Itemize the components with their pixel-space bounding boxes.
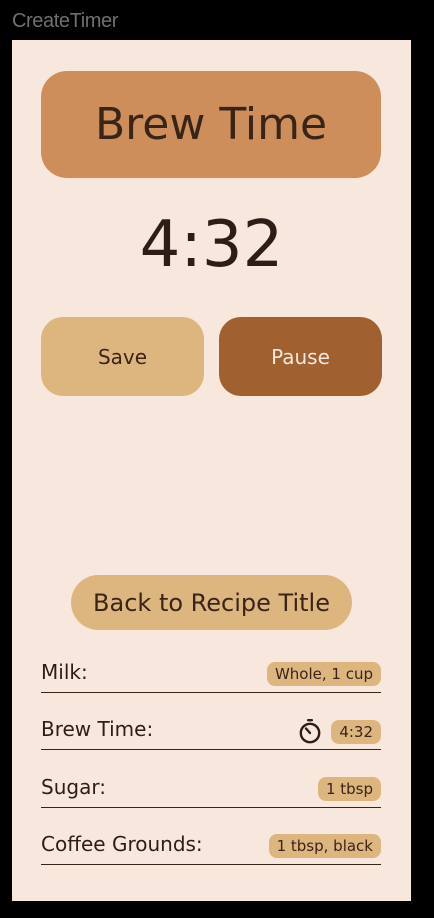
- ingredient-label: Coffee Grounds:: [41, 832, 203, 856]
- timer-icon[interactable]: [297, 718, 323, 744]
- ingredient-label: Brew Time:: [41, 717, 154, 741]
- ingredient-value-group: 1 tbsp: [317, 777, 381, 801]
- app-screen: Brew Time 4:32 Save Pause Back to Recipe…: [12, 40, 411, 901]
- page-title-text: Brew Time: [94, 99, 328, 150]
- ingredient-value-chip[interactable]: 1 tbsp: [317, 777, 381, 801]
- ingredient-value-group: 4:32: [297, 719, 381, 744]
- pause-button[interactable]: Pause: [219, 317, 382, 396]
- save-button[interactable]: Save: [41, 317, 204, 396]
- ingredient-value-group: 1 tbsp, black: [268, 834, 381, 858]
- ingredient-value-chip[interactable]: 4:32: [331, 719, 381, 744]
- ingredient-row-sugar: Sugar: 1 tbsp: [41, 776, 381, 808]
- ingredient-label: Sugar:: [41, 775, 106, 799]
- ingredient-value-chip[interactable]: 1 tbsp, black: [268, 834, 381, 858]
- ingredient-row-brew-time: Brew Time: 4:32: [41, 718, 381, 750]
- timer-display: 4:32: [139, 208, 284, 282]
- ingredient-label: Milk:: [41, 660, 88, 684]
- ingredient-row-milk: Milk: Whole, 1 cup: [41, 661, 381, 693]
- ingredient-value-group: Whole, 1 cup: [266, 662, 381, 686]
- page-title: Brew Time: [41, 71, 381, 178]
- ingredient-row-coffee-grounds: Coffee Grounds: 1 tbsp, black: [41, 833, 381, 865]
- window-title: CreateTimer: [12, 10, 118, 32]
- ingredient-value-chip[interactable]: Whole, 1 cup: [266, 662, 381, 686]
- back-to-recipe-button[interactable]: Back to Recipe Title: [71, 575, 352, 630]
